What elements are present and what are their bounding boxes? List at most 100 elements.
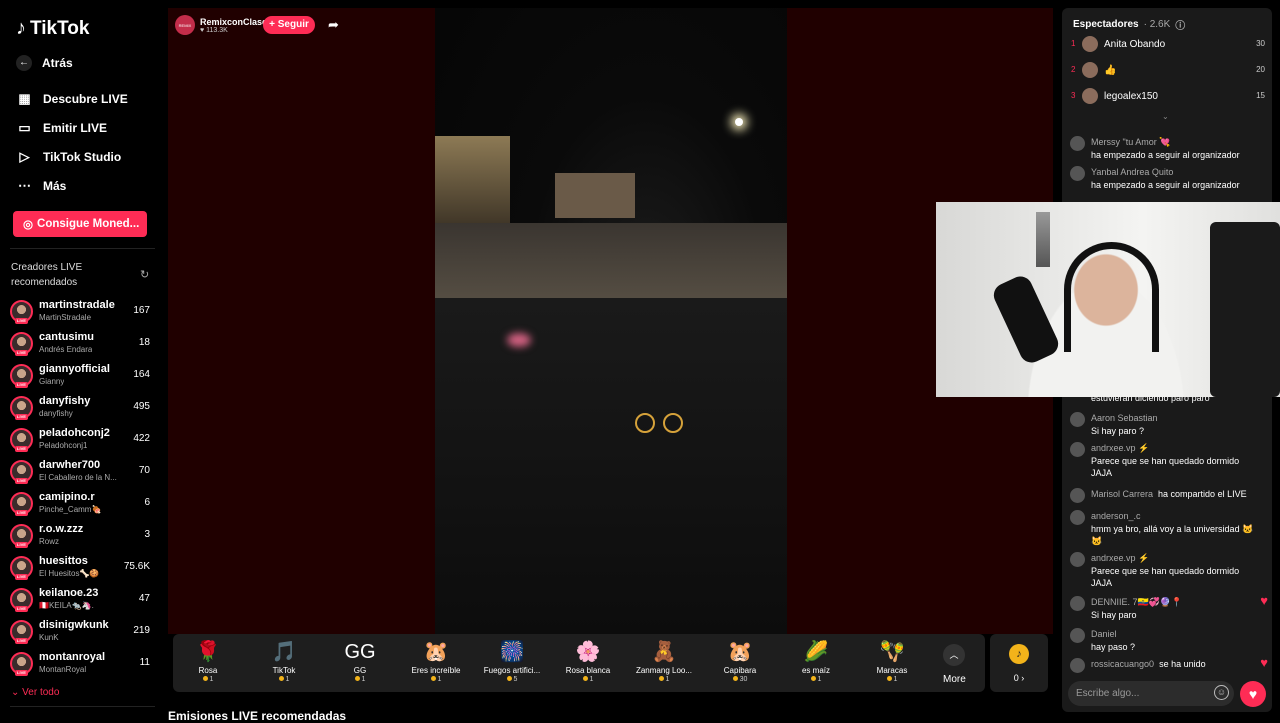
chat-username[interactable]: DENNIIE. 7🇪🇨💞🔮📍 xyxy=(1091,597,1182,608)
viewer-avatar xyxy=(1082,62,1098,78)
coin-balance[interactable]: ♪ 0 › xyxy=(990,634,1048,692)
emoji-icon[interactable]: ☺ xyxy=(1214,685,1229,700)
chat-text: Si hay paro xyxy=(1091,610,1137,620)
chat-username[interactable]: Daniel xyxy=(1091,629,1117,639)
creator-item[interactable]: LIVE giannyofficial Gianny 164 xyxy=(10,361,150,391)
share-icon[interactable]: ➦ xyxy=(328,17,339,33)
chat-username[interactable]: andrxee.vp ⚡ xyxy=(1091,553,1149,564)
divider xyxy=(10,248,155,249)
creator-name: peladohconj2 xyxy=(39,427,110,439)
chat-username[interactable]: Aaron Sebastian xyxy=(1091,413,1158,423)
creator-avatar: LIVE xyxy=(10,300,33,324)
chat-avatar[interactable] xyxy=(1070,442,1085,457)
chat-avatar[interactable] xyxy=(1070,552,1085,567)
viewer-count: 167 xyxy=(133,305,150,316)
chevron-down-icon[interactable]: ⌄ xyxy=(1162,112,1169,121)
gift-item[interactable]: 🌸 Rosa blanca 1 xyxy=(553,640,623,683)
nav-go-live[interactable]: ▭ Emitir LIVE xyxy=(16,120,107,136)
chat-input[interactable]: Escribe algo... xyxy=(1068,681,1234,706)
chat-username[interactable]: anderson_.c xyxy=(1091,511,1141,521)
cam-chair xyxy=(1210,222,1280,397)
host-info[interactable]: REMIX RemixconClase ♥ 113.3K xyxy=(175,15,267,35)
creator-item[interactable]: LIVE huesittos El Huesitos🦴🍪 75.6K xyxy=(10,553,150,583)
chat-avatar[interactable] xyxy=(1070,412,1085,427)
chat-avatar[interactable] xyxy=(1070,658,1085,673)
viewers-header[interactable]: Espectadores · 2.6K ⓘ xyxy=(1073,17,1185,32)
gift-bar: 🌹 Rosa 1 🎵 TikTok 1 GG GG 1 🐹 Eres increíble 1 🎆 Fueg… xyxy=(173,634,985,692)
top-viewer[interactable]: 1 Anita Obando 30 xyxy=(1071,36,1265,54)
gift-item[interactable]: 🌽 es maíz 1 xyxy=(781,640,851,683)
chat-username[interactable]: andrxee.vp ⚡ xyxy=(1091,443,1149,454)
chat-username[interactable]: Marisol Carrera xyxy=(1091,489,1153,499)
creator-item[interactable]: LIVE peladohconj2 Peladohconj1 422 xyxy=(10,425,150,455)
follow-button[interactable]: + Seguir xyxy=(263,16,315,34)
chat-event: Marisol Carrera ha compartido el LIVE xyxy=(1091,489,1247,499)
gift-item[interactable]: GG GG 1 xyxy=(325,640,395,683)
creator-item[interactable]: LIVE cantusimu Andrés Endara 18 xyxy=(10,329,150,359)
gift-item[interactable]: 🐹 Capibara 30 xyxy=(705,640,775,683)
creator-name: r.o.w.zzz xyxy=(39,523,84,535)
gift-item[interactable]: 🌹 Rosa 1 xyxy=(173,640,243,683)
tiktok-note-icon: ♪ xyxy=(16,17,26,39)
see-all-link[interactable]: ⌄ Ver todo xyxy=(11,687,59,698)
info-icon[interactable]: ⓘ xyxy=(1175,17,1185,32)
chat-username[interactable]: rossicacuango0 xyxy=(1091,659,1154,669)
creator-avatar: LIVE xyxy=(10,588,33,612)
chat-username[interactable]: Merssy "tu Amor 💘 xyxy=(1091,137,1170,148)
viewer-points: 30 xyxy=(1256,39,1265,48)
live-video[interactable] xyxy=(435,8,787,634)
gift-item[interactable]: 🎆 Fuegos artifici... 5 xyxy=(477,640,547,683)
creator-name: cantusimu xyxy=(39,331,95,343)
creator-item[interactable]: LIVE keilanoe.23 🇵🇪KEILA🐀🦄. 47 xyxy=(10,585,150,615)
play-icon: ▷ xyxy=(19,149,30,164)
nav-tiktok-studio[interactable]: ▷ TikTok Studio xyxy=(16,149,122,165)
creator-item[interactable]: LIVE martinstradale MartinStradale 167 xyxy=(10,297,150,327)
creator-avatar: LIVE xyxy=(10,556,33,580)
creator-item[interactable]: LIVE r.o.w.zzz Rowz 3 xyxy=(10,521,150,551)
creator-item[interactable]: LIVE danyfishy danyfishy 495 xyxy=(10,393,150,423)
creator-item[interactable]: LIVE montanroyal MontanRoyal 11 xyxy=(10,649,150,679)
host-avatar[interactable]: REMIX xyxy=(175,15,195,35)
chat-avatar[interactable] xyxy=(1070,488,1085,503)
live-badge: LIVE xyxy=(15,446,28,452)
viewer-count: 495 xyxy=(133,401,150,412)
chevron-up-icon[interactable]: ︿ xyxy=(943,644,965,666)
nav-more[interactable]: ⋯ Más xyxy=(16,178,66,194)
chat-avatar[interactable] xyxy=(1070,510,1085,525)
gift-item[interactable]: 🧸 Zanmang Loo... 1 xyxy=(629,640,699,683)
gift-item[interactable]: 🐹 Eres increíble 1 xyxy=(401,640,471,683)
top-viewer[interactable]: 2 👍 20 xyxy=(1071,62,1265,80)
gift-item[interactable]: 🎵 TikTok 1 xyxy=(249,640,319,683)
live-badge: LIVE xyxy=(15,510,28,516)
host-name[interactable]: RemixconClase xyxy=(200,17,267,27)
chat-username[interactable]: Yanbal Andrea Quito xyxy=(1091,167,1173,177)
creator-item[interactable]: LIVE camipino.r Pinche_Camm🍖 6 xyxy=(10,489,150,519)
refresh-icon[interactable]: ↻ xyxy=(140,268,149,281)
back-button[interactable]: ← Atrás xyxy=(16,55,73,71)
gift-price: 1 xyxy=(401,676,471,683)
creator-display-name: Gianny xyxy=(39,377,65,386)
gift-icon: 🐹 xyxy=(727,641,753,663)
chat-avatar[interactable] xyxy=(1070,628,1085,643)
top-viewer[interactable]: 3 legoalex150 15 xyxy=(1071,88,1265,106)
heart-icon[interactable]: ♥ xyxy=(1240,681,1266,707)
gift-item[interactable]: 🪇 Maracas 1 xyxy=(857,640,927,683)
creator-item[interactable]: LIVE disinigwkunk KunK 219 xyxy=(10,617,150,647)
nav-discover-live[interactable]: ▦ Descubre LIVE xyxy=(16,91,127,107)
get-coins-button[interactable]: ◎ Consigue Moned... xyxy=(13,211,147,237)
chat-avatar[interactable] xyxy=(1070,166,1085,181)
creator-avatar: LIVE xyxy=(10,460,33,484)
calendar-icon: ▦ xyxy=(18,91,31,106)
chat-text: Si hay paro ? xyxy=(1091,426,1145,436)
creator-avatar: LIVE xyxy=(10,396,33,420)
creator-display-name: El Caballero de la N... xyxy=(39,473,117,482)
tiktok-logo[interactable]: ♪ TikTok xyxy=(16,17,89,40)
creator-item[interactable]: LIVE darwher700 El Caballero de la N... 70 xyxy=(10,457,150,487)
gift-name: es maíz xyxy=(801,666,830,675)
chat-avatar[interactable] xyxy=(1070,136,1085,151)
more-gifts-label[interactable]: More xyxy=(943,674,966,685)
gift-icon: 🌹 xyxy=(195,641,221,663)
creator-display-name: El Huesitos🦴🍪 xyxy=(39,569,100,578)
viewer-count: 3 xyxy=(144,529,150,540)
chat-avatar[interactable] xyxy=(1070,596,1085,611)
